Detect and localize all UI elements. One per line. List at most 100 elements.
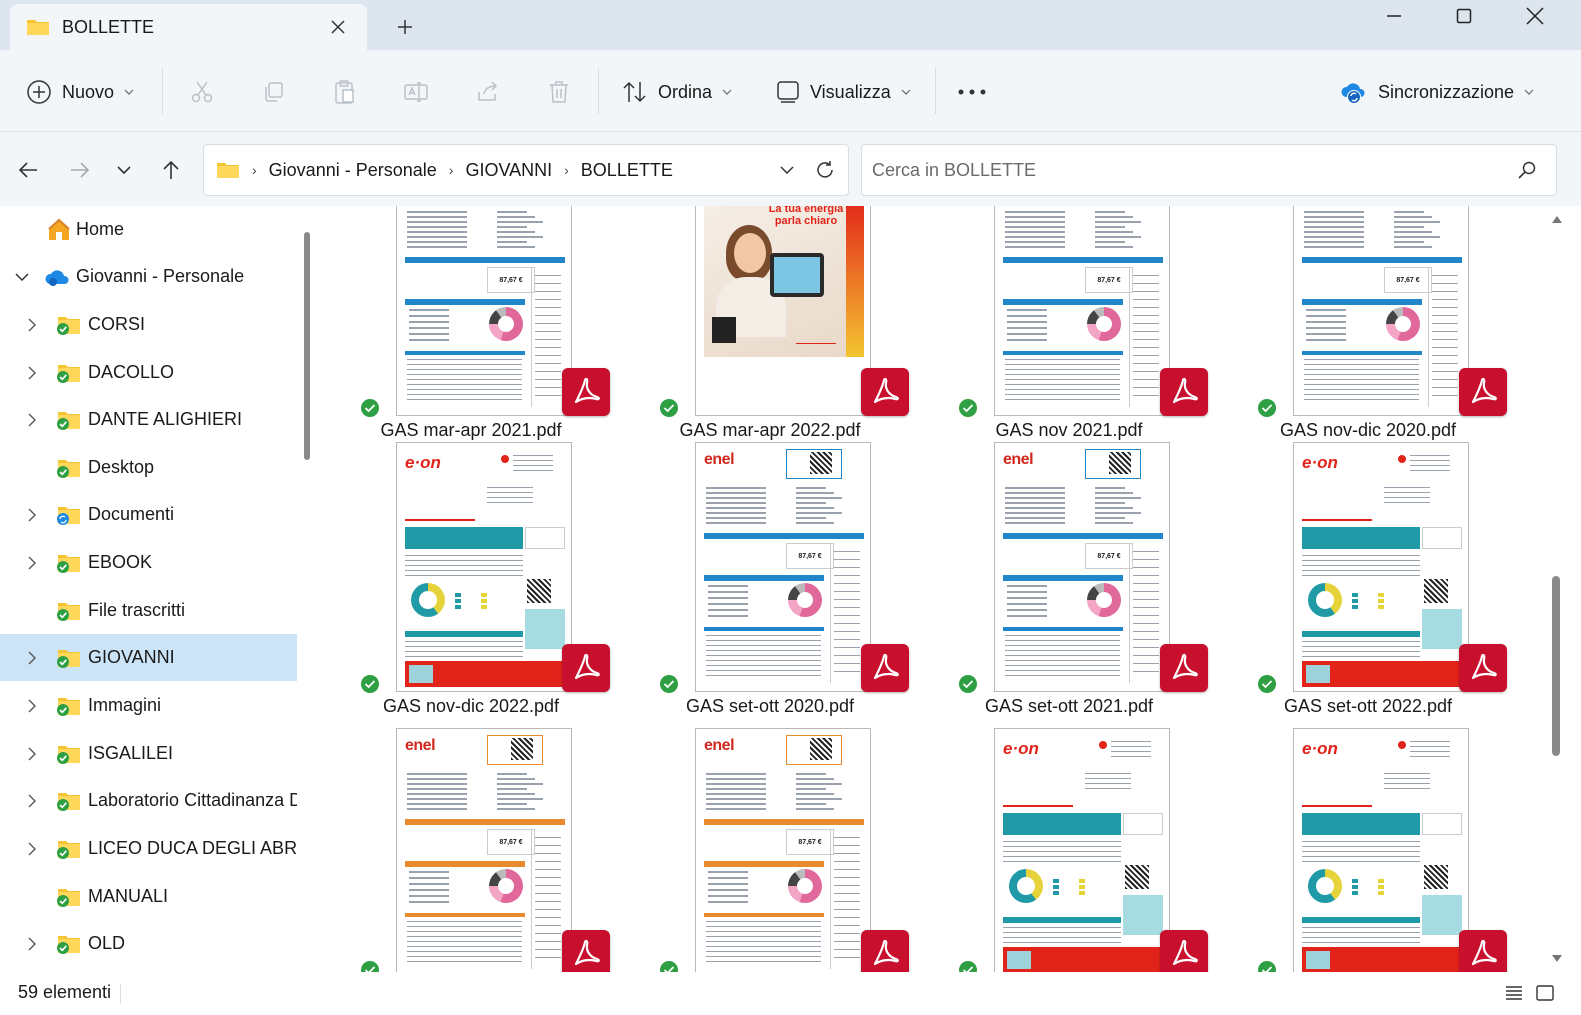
file-item[interactable]: e·on GAS set-ott 2022.pdf xyxy=(1223,442,1513,730)
sidebar-item-label: File trascritti xyxy=(88,600,186,620)
scrollbar-thumb[interactable] xyxy=(1552,576,1560,756)
chevron-right-icon[interactable] xyxy=(22,553,42,573)
synced-status-icon xyxy=(361,961,379,972)
folder-icon xyxy=(57,506,80,525)
forward-button[interactable] xyxy=(64,154,96,186)
sidebar-item[interactable]: MANUALI xyxy=(0,873,297,920)
chevron-right-icon[interactable] xyxy=(22,744,42,764)
sidebar-item[interactable]: OLD xyxy=(0,920,297,967)
refresh-button[interactable] xyxy=(802,160,848,180)
large-icons-view-button[interactable] xyxy=(1533,982,1557,1004)
chevron-right-icon[interactable] xyxy=(22,648,42,668)
navigation-pane-scrollbar[interactable] xyxy=(304,232,310,460)
sidebar-item[interactable]: Home xyxy=(0,206,297,253)
file-grid-scrollbar[interactable] xyxy=(1548,206,1568,972)
chevron-right-icon[interactable] xyxy=(22,505,42,525)
sidebar-item[interactable]: ISGALILEI xyxy=(0,730,297,777)
sidebar-item[interactable]: Desktop xyxy=(0,444,297,491)
sidebar-item[interactable]: Giovanni - Personale xyxy=(0,253,297,300)
file-item[interactable]: enel87,67 € GAS mar-apr 2021.pdf xyxy=(326,206,616,454)
view-button[interactable]: Visualizza xyxy=(776,72,911,112)
file-item[interactable]: enel 87,67 € GAS set-ott 2021.pdf xyxy=(924,442,1214,730)
new-tab-button[interactable] xyxy=(390,12,420,42)
chevron-right-icon[interactable] xyxy=(22,791,42,811)
copy-button[interactable] xyxy=(255,74,291,110)
home-icon xyxy=(48,218,70,240)
file-item[interactable]: enel 87,67 € GAS set-ott 2020.pdf xyxy=(625,442,915,730)
breadcrumb-giovanni-personale[interactable]: Giovanni - Personale xyxy=(269,160,437,181)
sidebar-item-label: EBOOK xyxy=(88,552,153,572)
search-box[interactable] xyxy=(861,144,1557,196)
rename-button[interactable] xyxy=(398,74,434,110)
chevron-right-icon[interactable] xyxy=(22,410,42,430)
chevron-right-icon[interactable] xyxy=(22,696,42,716)
file-item[interactable]: enel87,67 € GAS nov-dic 2020.pdf xyxy=(1223,206,1513,454)
sidebar-item[interactable]: CORSI xyxy=(0,301,297,348)
cut-button[interactable] xyxy=(184,74,220,110)
chevron-right-icon[interactable] xyxy=(22,315,42,335)
folder-icon xyxy=(57,935,80,954)
delete-button[interactable] xyxy=(541,74,577,110)
close-icon xyxy=(1526,7,1544,25)
onedrive-sync-icon xyxy=(1341,83,1365,104)
breadcrumb-giovanni[interactable]: GIOVANNI xyxy=(465,160,552,181)
sidebar-item[interactable]: LICEO DUCA DEGLI ABRUZ xyxy=(0,825,297,872)
close-tab-icon[interactable] xyxy=(323,12,353,42)
paste-button[interactable] xyxy=(326,74,362,110)
file-thumbnail: enel87,67 € xyxy=(1293,206,1469,416)
tab-bollette[interactable]: BOLLETTE xyxy=(10,4,367,50)
sort-button[interactable]: Ordina xyxy=(622,72,732,112)
share-button[interactable] xyxy=(470,74,506,110)
new-button[interactable]: Nuovo xyxy=(26,72,134,112)
file-thumbnail: enel87,67 € xyxy=(695,728,871,972)
chevron-right-icon[interactable] xyxy=(22,363,42,383)
clipboard-icon xyxy=(335,80,354,104)
file-item[interactable]: e·on xyxy=(1223,728,1513,972)
sidebar-item[interactable]: File trascritti xyxy=(0,587,297,634)
file-item[interactable]: enel 87,67 € xyxy=(625,728,915,972)
maximize-button[interactable] xyxy=(1429,0,1499,32)
recent-locations-button[interactable] xyxy=(108,154,140,186)
chevron-right-icon[interactable] xyxy=(22,934,42,954)
address-bar[interactable]: › Giovanni - Personale › GIOVANNI › BOLL… xyxy=(203,144,849,196)
search-input[interactable] xyxy=(872,159,1518,181)
scroll-down-icon[interactable] xyxy=(1551,954,1563,964)
sidebar-item[interactable]: Laboratorio Cittadinanza D xyxy=(0,777,297,824)
up-button[interactable] xyxy=(155,154,187,186)
address-dropdown-button[interactable] xyxy=(772,166,802,174)
sidebar-item[interactable]: DANTE ALIGHIERI xyxy=(0,396,297,443)
sidebar-item[interactable]: EBOOK xyxy=(0,539,297,586)
chevron-down-icon xyxy=(722,89,732,95)
breadcrumb-bollette[interactable]: BOLLETTE xyxy=(581,160,673,181)
details-view-button[interactable] xyxy=(1502,982,1526,1004)
enel-logo: enel xyxy=(1003,451,1034,468)
expand-icon[interactable] xyxy=(12,267,32,287)
file-item[interactable]: e·on xyxy=(924,728,1214,972)
file-thumbnail: enel87,67 € xyxy=(695,442,871,692)
pdf-icon xyxy=(861,368,909,416)
copy-icon xyxy=(265,82,283,102)
sync-button[interactable]: Sincronizzazione xyxy=(1340,72,1534,112)
file-item[interactable]: La tua energia parla chiaro GAS mar-apr 2… xyxy=(625,206,915,454)
item-count: 59 elementi xyxy=(18,982,112,1002)
back-button[interactable] xyxy=(12,154,44,186)
file-item[interactable]: e·on GAS nov-dic 2022.pdf xyxy=(326,442,616,730)
folder-icon xyxy=(57,792,80,811)
minimize-button[interactable] xyxy=(1359,0,1429,32)
scroll-up-icon[interactable] xyxy=(1551,214,1563,224)
list-view-icon xyxy=(1506,986,1522,1000)
file-item[interactable]: enel 87,67 € xyxy=(326,728,616,972)
sidebar-item[interactable]: Documenti xyxy=(0,491,297,538)
file-grid: enel87,67 € GAS mar-apr 2021.pdf La tua en… xyxy=(326,206,1546,972)
folder-icon xyxy=(57,745,80,764)
close-window-button[interactable] xyxy=(1500,0,1570,32)
sidebar-item[interactable]: Immagini xyxy=(0,682,297,729)
sidebar-item[interactable]: DACOLLO xyxy=(0,349,297,396)
file-item[interactable]: enel87,67 € GAS nov 2021.pdf xyxy=(924,206,1214,454)
more-options-button[interactable] xyxy=(954,74,990,110)
folder-icon xyxy=(57,316,80,335)
chevron-right-icon[interactable] xyxy=(22,839,42,859)
synced-status-icon xyxy=(959,675,977,693)
sidebar-item[interactable]: GIOVANNI xyxy=(0,634,297,681)
divider xyxy=(935,68,936,114)
